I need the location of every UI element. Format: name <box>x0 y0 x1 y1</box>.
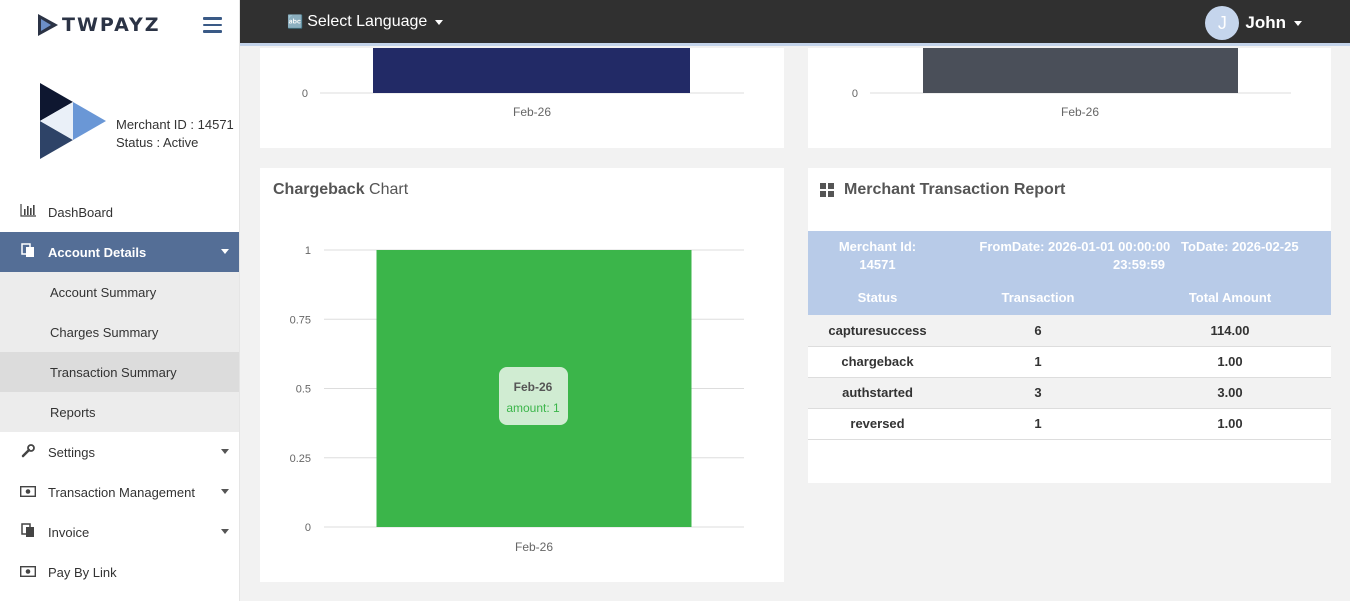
sidebar-item-label: Account Details <box>48 244 147 260</box>
y-tick-label: 0 <box>302 88 308 100</box>
sidebar: TWPAYZ Merchant ID : 14571 Status : Acti… <box>0 0 240 601</box>
user-name: John <box>1245 13 1286 32</box>
chevron-down-icon <box>221 529 229 534</box>
amount-cell: 1.00 <box>1129 346 1331 378</box>
y-tick-label: 0 <box>852 88 858 100</box>
account-details-submenu: Account Summary Charges Summary Transact… <box>0 272 239 432</box>
top-right-chart-card: 0 Feb-26 <box>808 48 1331 148</box>
y-tick-label: 0 <box>305 522 311 534</box>
column-header-total-amount: Total Amount <box>1129 280 1331 315</box>
date-range-header: FromDate: 2026-01-01 00:00:00 ToDate: 20… <box>947 231 1331 280</box>
sidebar-item-label: Pay By Link <box>48 564 117 580</box>
sidebar-item-label: Invoice <box>48 524 90 540</box>
user-menu[interactable]: J John <box>1205 6 1302 40</box>
table-row: authstarted 3 3.00 <box>808 377 1331 409</box>
sidebar-menu: DashBoard Account Details Account Summar… <box>0 192 239 592</box>
money-icon <box>18 564 38 580</box>
x-tick-label: Feb-26 <box>515 540 553 554</box>
table-row: reversed 1 1.00 <box>808 408 1331 440</box>
chevron-down-icon <box>1294 20 1302 26</box>
translate-icon: 🔤 <box>287 14 304 29</box>
column-header-status: Status <box>808 280 947 315</box>
chargeback-chart-card: Chargeback Chart 0 0.25 0.5 0.75 1 Feb-26 Fe… <box>260 168 784 582</box>
table-row: chargeback 1 1.00 <box>808 346 1331 378</box>
status-cell: chargeback <box>808 346 947 378</box>
sidebar-item-transaction-summary[interactable]: Transaction Summary <box>0 352 239 392</box>
transaction-cell: 6 <box>947 315 1129 347</box>
sidebar-item-label: DashBoard <box>48 204 114 220</box>
chart-bar <box>373 48 690 93</box>
report-title: Merchant Transaction Report <box>820 181 1065 199</box>
menu-toggle-icon[interactable] <box>203 17 222 33</box>
y-tick-label: 0.5 <box>296 384 311 396</box>
chart-tooltip: Feb-26 amount: 1 <box>499 367 568 425</box>
logo-icon <box>38 14 58 36</box>
language-label: Select Language <box>307 13 428 30</box>
wrench-icon <box>18 443 38 461</box>
merchant-id-header: Merchant Id: 14571 <box>808 231 947 280</box>
grid-icon <box>820 183 834 197</box>
sidebar-item-charges-summary[interactable]: Charges Summary <box>0 312 239 352</box>
sidebar-item-invoice[interactable]: Invoice <box>0 512 239 552</box>
sidebar-item-account-summary[interactable]: Account Summary <box>0 272 239 312</box>
y-tick-label: 0.25 <box>290 453 311 465</box>
merchant-logo <box>40 83 106 159</box>
status-cell: reversed <box>808 408 947 440</box>
sidebar-item-dashboard[interactable]: DashBoard <box>0 192 239 232</box>
chevron-down-icon <box>221 449 229 454</box>
amount-cell: 1.00 <box>1129 408 1331 440</box>
transaction-cell: 1 <box>947 408 1129 440</box>
amount-cell: 114.00 <box>1129 315 1331 347</box>
transaction-cell: 3 <box>947 377 1129 409</box>
avatar: J <box>1205 6 1240 40</box>
status-cell: authstarted <box>808 377 947 409</box>
amount-cell: 3.00 <box>1129 377 1331 409</box>
x-tick-label: Feb-26 <box>1061 105 1099 119</box>
sidebar-item-settings[interactable]: Settings <box>0 432 239 472</box>
top-left-chart: 0 Feb-26 <box>302 48 744 119</box>
chevron-down-icon <box>221 249 229 254</box>
sidebar-item-reports[interactable]: Reports <box>0 392 239 432</box>
tooltip-value: amount: 1 <box>506 401 560 415</box>
column-header-transaction: Transaction <box>947 280 1129 315</box>
sidebar-item-label: Transaction Management <box>48 484 195 500</box>
y-tick-label: 1 <box>305 245 311 257</box>
top-left-chart-card: 0 Feb-26 <box>260 48 784 148</box>
x-tick-label: Feb-26 <box>513 105 551 119</box>
table-row: capturesuccess 6 114.00 <box>808 315 1331 347</box>
file-copy-icon <box>18 523 38 541</box>
top-bar: 🔤 Select Language J John <box>240 0 1350 46</box>
file-copy-icon <box>18 243 38 261</box>
sidebar-item-label: Settings <box>48 444 95 460</box>
report-table: Merchant Id: 14571 FromDate: 2026-01-01 … <box>808 231 1331 440</box>
chargeback-chart: 0 0.25 0.5 0.75 1 Feb-26 Feb-26 amount: 1 <box>290 245 744 554</box>
sidebar-item-transaction-management[interactable]: Transaction Management <box>0 472 239 512</box>
y-tick-label: 0.75 <box>290 314 311 326</box>
chevron-down-icon <box>221 489 229 494</box>
chevron-down-icon <box>435 19 444 25</box>
money-icon <box>18 484 38 500</box>
status-cell: capturesuccess <box>808 315 947 347</box>
transaction-cell: 1 <box>947 346 1129 378</box>
brand-name: TWPAYZ <box>62 14 161 36</box>
sidebar-item-pay-by-link[interactable]: Pay By Link <box>0 552 239 592</box>
tooltip-title: Feb-26 <box>514 380 553 394</box>
merchant-status: Status : Active <box>116 135 199 150</box>
merchant-box: Merchant ID : 14571 Status : Active <box>40 83 240 159</box>
language-selector[interactable]: 🔤 Select Language <box>287 13 444 31</box>
top-right-chart: 0 Feb-26 <box>852 48 1291 119</box>
sidebar-item-account-details[interactable]: Account Details <box>0 232 239 272</box>
merchant-id: Merchant ID : 14571 <box>116 117 234 132</box>
chart-bar <box>923 48 1238 93</box>
bar-chart-icon <box>18 204 38 220</box>
transaction-report-card: Merchant Transaction Report Merchant Id:… <box>808 168 1331 483</box>
